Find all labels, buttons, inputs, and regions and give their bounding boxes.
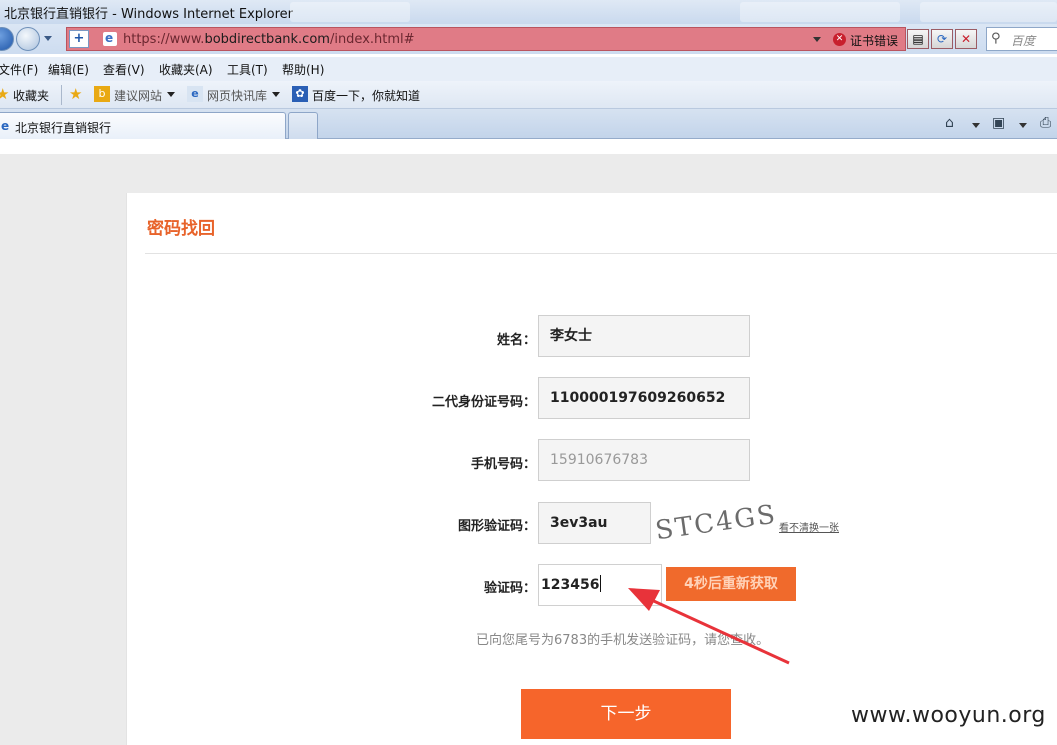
address-dropdown-icon[interactable] [813,37,821,42]
cert-error-icon[interactable]: ✕ [833,33,846,46]
sms-code-field[interactable]: 123456 [538,564,662,606]
stop-button[interactable]: ✕ [955,29,977,49]
bing-icon: b [94,86,110,102]
web-slices-dropdown-icon[interactable] [272,92,280,97]
text-caret [600,575,602,592]
menu-favorites[interactable]: 收藏夹(A) [159,61,213,78]
baidu-link[interactable]: 百度一下，你就知道 [312,87,420,104]
back-button[interactable] [0,27,14,51]
menu-edit[interactable]: 编辑(E) [48,61,89,78]
refresh-button[interactable]: ⟳ [931,29,953,49]
add-favorite-icon[interactable]: + [69,30,89,48]
captcha-refresh-link[interactable]: 看不清换一张 [779,519,839,534]
resend-countdown-button[interactable]: 4秒后重新获取 [666,567,796,601]
next-step-button[interactable]: 下一步 [521,689,731,739]
favorites-button[interactable]: 收藏夹 [13,87,49,104]
page-viewport: 密码找回 [0,140,1057,745]
favorites-star-icon: ★ [0,85,10,103]
id-number-label: 二代身份证号码： [431,395,536,410]
menu-tools[interactable]: 工具(T) [227,61,268,78]
history-dropdown-icon[interactable] [44,36,52,41]
new-tab-button[interactable] [288,112,318,139]
address-bar[interactable]: + https://www.bobdirectbank.com/index.ht… [66,27,977,51]
title-bar: 北京银行直销银行 - Windows Internet Explorer [0,0,1057,24]
id-number-field[interactable]: 110000197609260652 [538,377,750,419]
page-favicon-icon [103,31,117,46]
heading-divider [145,253,1057,254]
feeds-icon[interactable]: ▣ [992,115,1005,131]
watermark: www.wooyun.org [851,703,1046,728]
name-field[interactable]: 李女士 [538,315,750,357]
tab-row: e 北京银行直销银行 ⌂ ▣ ⎙ [0,109,1057,139]
tab-label: 北京银行直销银行 [15,121,112,135]
page-favicon-icon: e [1,119,10,133]
window-title: 北京银行直销银行 - Windows Internet Explorer [4,7,293,22]
favbar-divider [61,85,62,105]
menu-bar: 文件(F) 编辑(E) 查看(V) 收藏夹(A) 工具(T) 帮助(H) [0,57,1057,81]
sms-sent-notice: 已向您尾号为6783的手机发送验证码，请您查收。 [476,633,770,648]
captcha-image[interactable]: STC4GS [654,500,779,547]
phone-field: 15910676783 [538,439,750,481]
compatibility-view-button[interactable]: ▤ [907,29,929,49]
address-url[interactable]: https://www.bobdirectbank.com/index.html… [123,32,415,47]
home-icon[interactable]: ⌂ [945,115,954,131]
web-slices-link[interactable]: 网页快讯库 [207,87,267,104]
phone-label: 手机号码： [470,457,536,472]
menu-help[interactable]: 帮助(H) [282,61,324,78]
suggested-sites-dropdown-icon[interactable] [167,92,175,97]
baidu-icon: ✿ [292,86,308,102]
page-title: 密码找回 [147,219,215,239]
captcha-glyphs: STC4GS [653,499,779,547]
forward-button[interactable] [16,27,40,51]
tab-active[interactable]: e 北京银行直销银行 [0,112,286,139]
captcha-label: 图形验证码： [457,519,536,534]
navigation-bar: + https://www.bobdirectbank.com/index.ht… [0,24,1057,54]
background-window-strip [290,2,410,22]
search-box[interactable]: ⚲ 百度 [986,27,1057,51]
feeds-dropdown-icon[interactable] [1019,123,1027,128]
search-placeholder: 百度 [1011,34,1036,48]
ie-page-icon: e [187,86,203,102]
background-window-strip [920,2,1057,22]
favorites-bar: ★ 收藏夹 ★ b 建议网站 e 网页快讯库 ✿ 百度一下，你就知道 [0,81,1057,109]
sms-code-label: 验证码： [483,581,536,596]
search-icon: ⚲ [991,31,1001,46]
captcha-field[interactable]: 3ev3au [538,502,651,544]
suggested-sites-link[interactable]: 建议网站 [114,87,162,104]
add-to-favbar-icon[interactable]: ★ [69,85,82,103]
print-icon[interactable]: ⎙ [1040,115,1051,131]
sms-code-value: 123456 [541,577,600,593]
menu-file[interactable]: 文件(F) [0,61,38,78]
menu-view[interactable]: 查看(V) [103,61,145,78]
home-dropdown-icon[interactable] [972,123,980,128]
cert-error-label[interactable]: 证书错误 [850,32,898,49]
page-top-strip [0,140,1057,154]
background-window-strip [740,2,900,22]
name-label: 姓名： [496,333,536,348]
